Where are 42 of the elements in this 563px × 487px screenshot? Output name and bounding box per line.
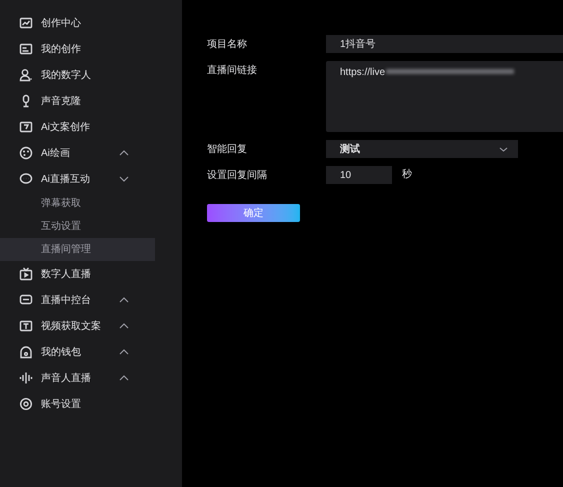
submenu-item[interactable]: 互动设置 — [0, 215, 155, 238]
chevron-icon[interactable] — [119, 297, 129, 303]
tv-icon — [19, 267, 33, 281]
submenu-item[interactable]: 直播间管理 — [0, 238, 155, 261]
submenu-item[interactable]: 弹幕获取 — [0, 192, 155, 215]
sidebar-item[interactable]: Ai文案创作 — [41, 120, 129, 134]
sidebar-item[interactable]: 视频获取文案 — [41, 318, 119, 334]
text-area[interactable]: https://live — [326, 61, 563, 132]
input-field[interactable]: 10 — [326, 166, 392, 184]
sidebar-item[interactable]: 我的数字人 — [41, 68, 129, 82]
chevron-icon[interactable] — [119, 375, 129, 381]
sidebar-item[interactable]: 我的钱包 — [41, 344, 119, 360]
chevron-icon — [499, 146, 508, 152]
chevron-icon[interactable] — [119, 323, 129, 329]
unit-label: 秒 — [402, 168, 412, 182]
sidebar-item[interactable]: 账号设置 — [41, 396, 129, 412]
picture-frame-icon — [19, 42, 33, 56]
sidebar-item[interactable]: 我的创作 — [41, 42, 129, 56]
chat-bubble-icon — [19, 172, 33, 186]
field-label: 项目名称 — [207, 38, 248, 52]
chevron-icon[interactable] — [119, 176, 129, 182]
sidebar-item[interactable]: 创作中心 — [41, 16, 129, 30]
field-label: 智能回复 — [207, 142, 248, 157]
sidebar-item[interactable]: 数字人直播 — [41, 266, 129, 282]
dropdown[interactable]: 测试 — [326, 140, 518, 158]
text-box-icon — [19, 319, 33, 333]
sound-wave-icon — [19, 371, 33, 385]
input-field[interactable]: 1抖音号 — [326, 35, 563, 53]
field-label: 直播间链接 — [207, 64, 258, 78]
monitor-icon — [19, 293, 33, 307]
gear-icon — [19, 397, 33, 411]
sidebar-item[interactable]: 声音克隆 — [41, 94, 129, 108]
chart-board-icon — [19, 16, 33, 30]
palette-icon — [19, 146, 33, 160]
sidebar-item[interactable]: Ai直播互动 — [41, 172, 119, 186]
sidebar-item[interactable]: 声音人直播 — [41, 370, 119, 386]
person-icon — [19, 68, 33, 82]
chevron-icon[interactable] — [119, 349, 129, 355]
sidebar-item[interactable]: Ai绘画 — [41, 146, 119, 160]
chevron-icon[interactable] — [119, 150, 129, 156]
sidebar-item[interactable]: 直播中控台 — [41, 292, 119, 308]
field-label: 设置回复间隔 — [207, 168, 268, 183]
